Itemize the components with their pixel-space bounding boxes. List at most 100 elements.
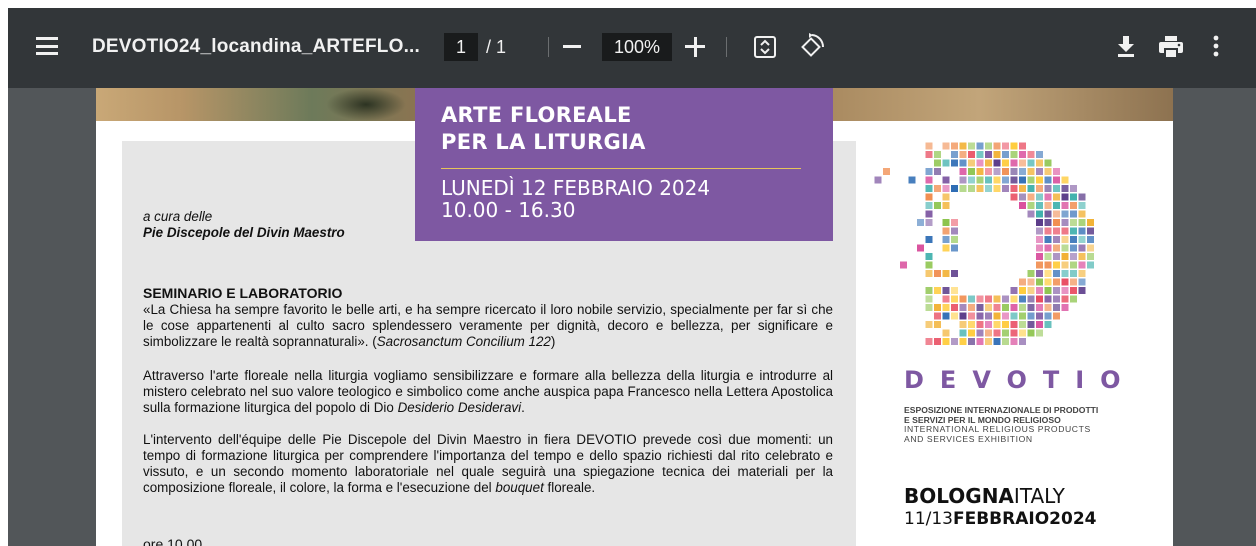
intro-italic: Desiderio Desideravi bbox=[397, 400, 522, 415]
print-icon[interactable] bbox=[1158, 35, 1184, 59]
logo-pixel bbox=[1061, 278, 1069, 286]
logo-pixel bbox=[1010, 321, 1018, 328]
devotio-d-logo bbox=[874, 142, 1094, 345]
logo-pixel bbox=[1036, 185, 1043, 192]
logo-pixel bbox=[942, 227, 950, 235]
download-icon[interactable] bbox=[1116, 34, 1136, 58]
logo-pixel bbox=[942, 202, 950, 209]
logo-pixel bbox=[1070, 270, 1077, 277]
logo-pixel bbox=[1036, 304, 1043, 311]
logo-pixel bbox=[959, 168, 967, 175]
logo-pixel bbox=[951, 295, 958, 303]
logo-pixel bbox=[976, 176, 984, 184]
logo-pixel bbox=[1044, 278, 1052, 286]
logo-pixel bbox=[1044, 159, 1052, 167]
program-italic: bouquet bbox=[495, 480, 544, 495]
logo-pixel bbox=[959, 185, 967, 192]
logo-pixel bbox=[1061, 193, 1069, 201]
logo-pixel bbox=[1061, 202, 1069, 209]
logo-pixel bbox=[1053, 202, 1060, 209]
logo-pixel bbox=[959, 176, 967, 184]
logo-pixel bbox=[942, 338, 950, 345]
logo-pixel bbox=[942, 219, 950, 226]
logo-pixel bbox=[968, 176, 975, 184]
rotate-icon[interactable] bbox=[796, 32, 826, 62]
logo-pixel bbox=[976, 304, 984, 311]
schedule-start: ore 10.00 bbox=[143, 536, 203, 546]
logo-pixel bbox=[968, 142, 975, 150]
logo-pixel bbox=[942, 159, 950, 167]
zoom-in-icon[interactable] bbox=[685, 37, 705, 57]
logo-pixel bbox=[993, 312, 1001, 320]
menu-icon[interactable] bbox=[36, 37, 58, 55]
page-number-input[interactable]: 1 bbox=[444, 33, 478, 61]
logo-pixel bbox=[1010, 176, 1018, 184]
logo-pixel bbox=[1002, 304, 1009, 311]
logo-pixel bbox=[1036, 176, 1043, 184]
logo-pixel bbox=[1061, 287, 1069, 294]
logo-pixel bbox=[1061, 227, 1069, 235]
logo-pixel bbox=[908, 176, 916, 184]
logo-pixel bbox=[985, 159, 992, 167]
logo-pixel bbox=[934, 151, 941, 158]
logo-pixel bbox=[1078, 270, 1086, 277]
logo-pixel bbox=[1053, 236, 1060, 243]
logo-pixel bbox=[1044, 202, 1052, 209]
more-options-icon[interactable] bbox=[1213, 34, 1219, 58]
logo-pixel bbox=[925, 338, 933, 345]
logo-pixel bbox=[934, 304, 941, 311]
curated-label: a cura delle bbox=[143, 209, 213, 224]
logo-pixel bbox=[942, 185, 950, 192]
logo-pixel bbox=[1019, 278, 1026, 286]
logo-pixel bbox=[1044, 219, 1052, 226]
logo-pixel bbox=[1002, 329, 1009, 337]
logo-pixel bbox=[1061, 304, 1069, 311]
logo-pixel bbox=[951, 185, 958, 192]
logo-pixel bbox=[968, 185, 975, 192]
paragraph-quote: «La Chiesa ha sempre favorito le belle a… bbox=[143, 302, 833, 350]
logo-pixel bbox=[1078, 278, 1086, 286]
logo-pixel bbox=[1010, 151, 1018, 158]
logo-pixel bbox=[1027, 151, 1035, 158]
logo-pixel bbox=[1053, 312, 1060, 320]
zoom-level-input[interactable]: 100% bbox=[602, 33, 672, 61]
event-location: BOLOGNAITALY bbox=[904, 484, 1065, 508]
logo-pixel bbox=[942, 142, 950, 150]
logo-pixel bbox=[1036, 253, 1043, 260]
logo-pixel bbox=[1061, 244, 1069, 252]
logo-pixel bbox=[993, 151, 1001, 158]
logo-pixel bbox=[942, 193, 950, 201]
paragraph-program: L'intervento dell'équipe delle Pie Disce… bbox=[143, 432, 833, 496]
logo-pixel bbox=[925, 176, 933, 184]
logo-pixel bbox=[1044, 312, 1052, 320]
logo-pixel bbox=[942, 304, 950, 311]
logo-pixel bbox=[1036, 321, 1043, 328]
zoom-out-icon[interactable] bbox=[563, 45, 581, 48]
logo-pixel bbox=[1002, 321, 1009, 328]
logo-pixel bbox=[1070, 278, 1077, 286]
logo-pixel bbox=[1053, 253, 1060, 260]
logo-pixel bbox=[934, 159, 941, 167]
logo-pixel bbox=[985, 304, 992, 311]
logo-pixel bbox=[1027, 304, 1035, 311]
fit-page-icon[interactable] bbox=[752, 34, 778, 60]
logo-pixel bbox=[968, 338, 975, 345]
logo-pixel bbox=[976, 151, 984, 158]
logo-pixel bbox=[1027, 185, 1035, 192]
logo-pixel bbox=[968, 168, 975, 175]
logo-pixel bbox=[976, 159, 984, 167]
logo-pixel bbox=[1036, 261, 1043, 269]
logo-pixel bbox=[883, 168, 890, 175]
logo-pixel bbox=[1044, 270, 1052, 277]
logo-pixel bbox=[1019, 151, 1026, 158]
program-text: L'intervento dell'équipe delle Pie Disce… bbox=[143, 432, 833, 495]
logo-pixel bbox=[1070, 236, 1077, 243]
logo-pixel bbox=[985, 151, 992, 158]
logo-pixel bbox=[1087, 244, 1094, 252]
logo-pixel bbox=[1002, 142, 1009, 150]
logo-pixel bbox=[925, 185, 933, 192]
logo-pixel bbox=[1078, 202, 1086, 209]
logo-pixel bbox=[1010, 295, 1018, 303]
logo-pixel bbox=[1002, 338, 1009, 345]
logo-pixel bbox=[1027, 329, 1035, 337]
